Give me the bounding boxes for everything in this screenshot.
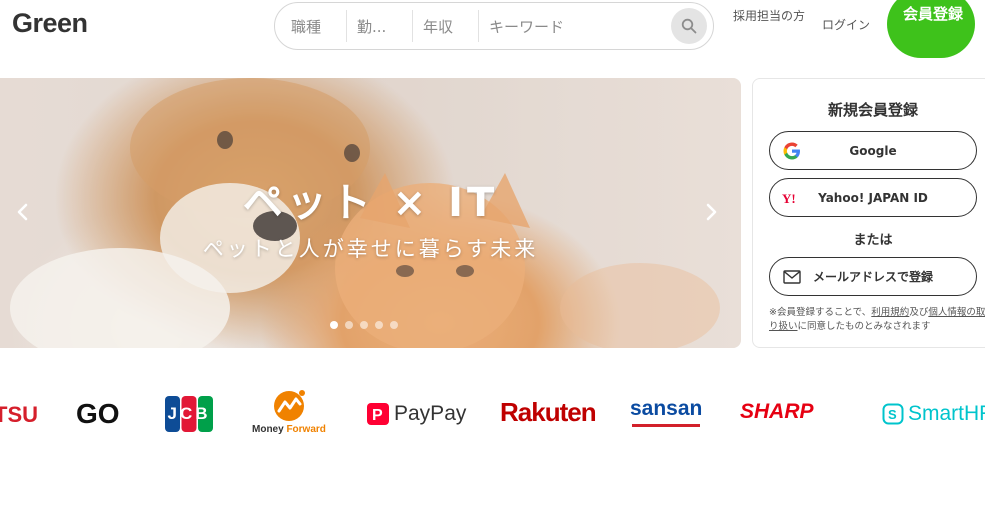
jcb-logo-text: JCB xyxy=(167,404,211,423)
jcb-logo[interactable]: JCB xyxy=(165,396,213,432)
moneyforward-text-2: Forward xyxy=(286,424,326,435)
go-logo-text: GO xyxy=(76,398,120,429)
hero-subtitle: ペットと人が幸せに暮らす未来 xyxy=(202,237,539,261)
chevron-left-icon xyxy=(17,203,28,221)
search-bar: 職種 勤... 年収 キーワード xyxy=(274,2,714,50)
search-icon xyxy=(681,18,697,34)
or-divider: または xyxy=(853,233,893,248)
carousel-dot[interactable] xyxy=(375,321,383,329)
signup-panel-title: 新規会員登録 xyxy=(827,101,918,119)
go-logo[interactable]: GO xyxy=(76,398,120,430)
income-select[interactable]: 年収 xyxy=(413,10,479,42)
logo-text: Green xyxy=(12,8,88,38)
smarthr-mark: S xyxy=(882,403,904,425)
terms-notice: ※会員登録することで、利用規約及び個人情報の取り扱いに同意したものとみなされます xyxy=(769,306,985,334)
carousel-prev-button[interactable] xyxy=(12,200,32,224)
green-logo[interactable]: Green xyxy=(12,8,88,39)
hero-carousel[interactable]: ペット × IT ペットと人が幸せに暮らす未来 xyxy=(0,78,741,348)
paypay-logo[interactable]: P PayPay xyxy=(366,402,466,426)
signup-button[interactable]: 会員登録 xyxy=(887,0,975,58)
svg-text:Y!: Y! xyxy=(782,191,796,205)
signup-panel: 新規会員登録 Google Y! Yahoo! JAPAN ID または メール… xyxy=(752,78,985,348)
sansan-logo-text: sansan xyxy=(630,397,703,420)
location-select[interactable]: 勤... xyxy=(347,10,413,42)
carousel-dot[interactable] xyxy=(360,321,368,329)
sansan-logo-bar xyxy=(632,424,701,427)
svg-text:S: S xyxy=(888,407,897,422)
paypay-mark: P xyxy=(367,403,389,425)
svg-text:P: P xyxy=(372,407,383,424)
sansan-logo[interactable]: sansan xyxy=(630,398,702,427)
moneyforward-mark xyxy=(273,390,305,421)
carousel-next-button[interactable] xyxy=(702,200,722,224)
terms-prefix: ※会員登録することで、 xyxy=(769,307,872,318)
yahoo-signup-button[interactable]: Y! Yahoo! JAPAN ID xyxy=(769,178,977,217)
keyword-input[interactable]: キーワード xyxy=(479,10,671,42)
occupation-select[interactable]: 職種 xyxy=(275,10,347,42)
smarthr-logo[interactable]: S SmartHR xyxy=(882,402,985,426)
google-signup-button[interactable]: Google xyxy=(769,131,977,170)
login-link[interactable]: ログイン xyxy=(822,16,870,33)
smarthr-logo-text: SmartHR xyxy=(908,402,985,425)
carousel-dot[interactable] xyxy=(330,321,338,329)
carousel-dots xyxy=(330,321,398,329)
recruiter-link[interactable]: 採用担当の方 xyxy=(733,6,805,26)
fujitsu-logo[interactable]: TSU xyxy=(0,402,38,428)
carousel-dot[interactable] xyxy=(390,321,398,329)
carousel-dot[interactable] xyxy=(345,321,353,329)
terms-of-service-link[interactable]: 利用規約 xyxy=(871,307,909,318)
sharp-logo[interactable]: SHARP xyxy=(740,400,814,424)
chevron-right-icon xyxy=(706,203,717,221)
paypay-logo-text: PayPay xyxy=(394,402,467,425)
moneyforward-text-1: Money xyxy=(252,424,284,435)
search-button[interactable] xyxy=(671,8,707,44)
hero-title: ペット × IT xyxy=(242,180,499,226)
company-logos: TSU GO JCB Money Forward P PayPay Rakute… xyxy=(0,380,985,450)
terms-suffix: に同意したものとみなされます xyxy=(797,321,931,332)
yahoo-icon: Y! xyxy=(782,188,802,208)
moneyforward-text: Money Forward xyxy=(252,424,326,435)
mail-icon xyxy=(782,267,802,287)
header: Green 職種 勤... 年収 キーワード 採用担当の方 ログイン 会員登録 xyxy=(0,0,985,60)
google-icon xyxy=(782,141,802,161)
email-signup-button[interactable]: メールアドレスで登録 xyxy=(769,257,977,296)
moneyforward-logo[interactable]: Money Forward xyxy=(252,388,326,435)
rakuten-logo[interactable]: Rakuten xyxy=(500,397,597,428)
terms-mid: 及び xyxy=(909,307,929,318)
